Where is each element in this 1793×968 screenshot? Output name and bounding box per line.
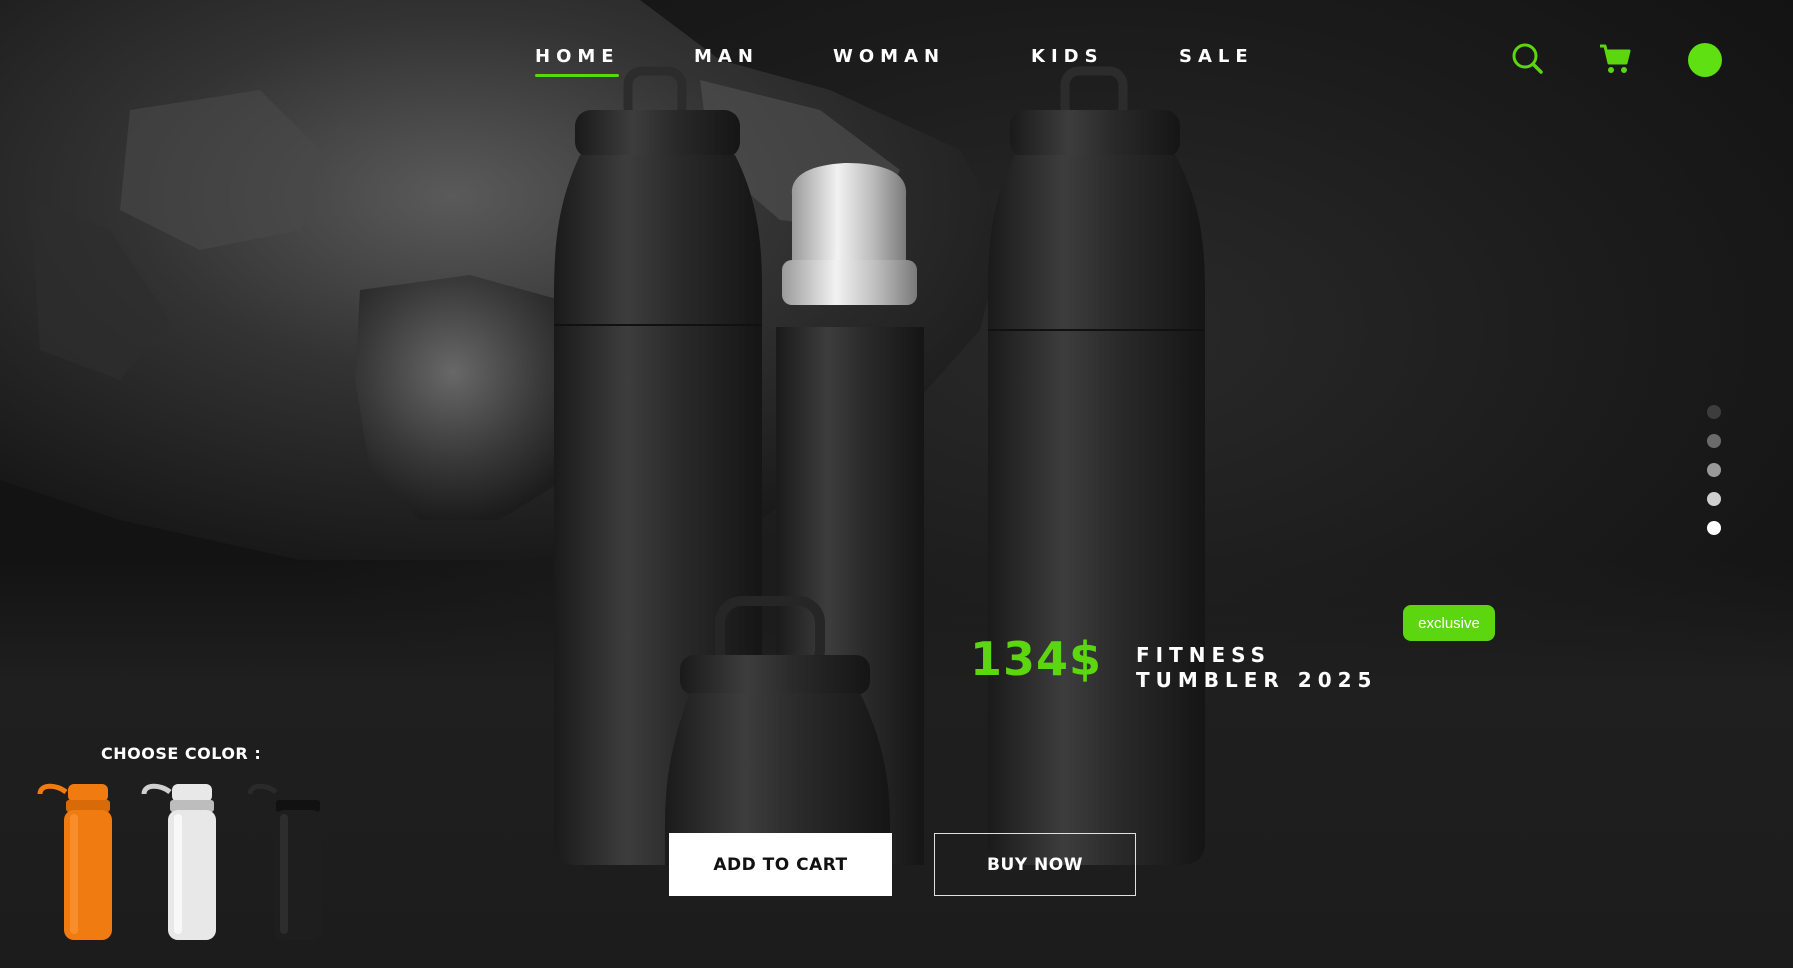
slider-dot-4[interactable]	[1707, 492, 1721, 506]
product-bottles-image	[553, 66, 1206, 865]
cart-icon[interactable]	[1598, 43, 1632, 75]
product-name-line-1: FITNESS	[1136, 643, 1272, 667]
slider-dot-1[interactable]	[1707, 405, 1721, 419]
nav-item-woman[interactable]: WOMAN	[833, 46, 945, 67]
nav-item-kids[interactable]: KIDS	[1031, 46, 1104, 67]
slider-dot-2[interactable]	[1707, 434, 1721, 448]
product-price: 134$	[970, 632, 1103, 686]
nav-item-sale[interactable]: SALE	[1179, 46, 1254, 67]
add-to-cart-button[interactable]: ADD TO CART	[669, 833, 892, 896]
choose-color-label: CHOOSE COLOR :	[101, 744, 262, 763]
buy-now-button[interactable]: BUY NOW	[934, 833, 1136, 896]
avatar[interactable]	[1688, 43, 1722, 77]
product-name: FITNESS TUMBLER 2025	[1136, 643, 1377, 693]
nav-item-home[interactable]: HOME	[535, 46, 620, 67]
product-name-line-2: TUMBLER 2025	[1136, 668, 1378, 692]
slider-dot-3[interactable]	[1707, 463, 1721, 477]
search-icon[interactable]	[1510, 41, 1544, 75]
color-swatch-orange[interactable]	[36, 780, 116, 945]
color-swatch-black[interactable]	[246, 780, 326, 945]
nav-item-man[interactable]: MAN	[694, 46, 759, 67]
nav-active-underline	[535, 74, 619, 77]
exclusive-badge: exclusive	[1403, 605, 1495, 641]
color-swatch-white[interactable]	[140, 780, 220, 945]
slider-dot-5[interactable]	[1707, 521, 1721, 535]
